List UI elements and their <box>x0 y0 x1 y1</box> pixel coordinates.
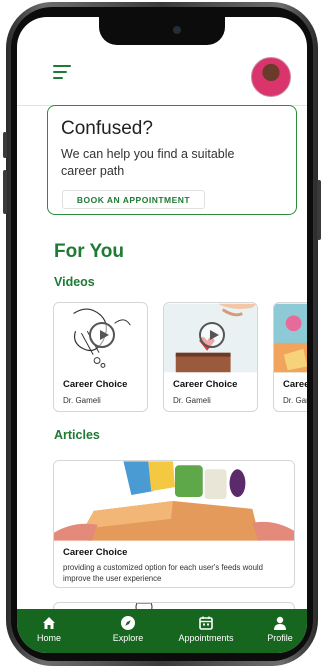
booking-promo-card: Confused? We can help you find a suitabl… <box>47 105 297 215</box>
article-title: Career Choice <box>63 547 128 558</box>
nav-home[interactable]: Home <box>29 609 69 653</box>
article-thumbnail <box>54 461 294 541</box>
video-thumbnail <box>274 303 307 373</box>
articles-heading: Articles <box>54 428 100 442</box>
bottom-nav: Home Explore Appointments Profile <box>17 609 307 653</box>
camera-icon <box>173 26 181 34</box>
promo-text: We can help you find a suitable career p… <box>61 147 235 178</box>
promo-title: Confused? <box>61 118 153 139</box>
video-title: Caree <box>283 379 307 390</box>
phone-notch <box>99 17 225 45</box>
nav-profile-label: Profile <box>267 633 293 643</box>
home-icon <box>43 617 55 629</box>
person-icon <box>274 616 286 630</box>
book-appointment-button[interactable]: BOOK AN APPOINTMENT <box>62 190 205 209</box>
video-author: Dr. Gameli <box>63 396 101 405</box>
nav-appointments-label: Appointments <box>178 633 234 643</box>
videos-heading: Videos <box>54 275 95 289</box>
top-bar <box>17 45 307 106</box>
video-title: Career Choice <box>173 379 238 390</box>
nav-appointments[interactable]: Appointments <box>167 609 245 653</box>
video-author: Dr. Gar <box>283 396 307 405</box>
video-title: Career Choice <box>63 379 128 390</box>
video-card[interactable]: Caree Dr. Gar <box>273 302 307 412</box>
video-card[interactable]: Career Choice Dr. Gameli <box>163 302 258 412</box>
video-author: Dr. Gameli <box>173 396 211 405</box>
phone-side-button <box>3 170 7 214</box>
for-you-heading: For You <box>54 241 125 262</box>
article-description: providing a customized option for each u… <box>63 563 263 583</box>
compass-icon <box>121 616 135 630</box>
phone-side-button <box>317 180 321 240</box>
calendar-icon <box>199 616 213 630</box>
nav-explore[interactable]: Explore <box>104 609 152 653</box>
avatar[interactable] <box>251 57 291 97</box>
hamburger-menu-icon[interactable] <box>53 65 71 79</box>
app-screen: Confused? We can help you find a suitabl… <box>17 17 307 653</box>
phone-side-button <box>3 132 7 158</box>
play-icon[interactable] <box>89 322 115 348</box>
nav-explore-label: Explore <box>112 633 144 643</box>
play-icon[interactable] <box>199 322 225 348</box>
nav-home-label: Home <box>36 633 61 643</box>
article-card[interactable]: Career Choice providing a customized opt… <box>53 460 295 588</box>
video-card[interactable]: Career Choice Dr. Gameli <box>53 302 148 412</box>
nav-profile[interactable]: Profile <box>260 609 300 653</box>
